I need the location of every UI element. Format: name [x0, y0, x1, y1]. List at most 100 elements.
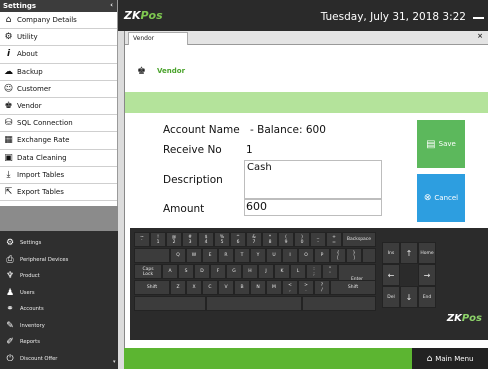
amount-field[interactable]: 600 [244, 199, 382, 216]
sidebar-item-exchange-rate[interactable]: ▦ Exchange Rate [0, 132, 117, 150]
key[interactable]: V [218, 280, 234, 295]
close-icon[interactable]: × [477, 32, 483, 40]
key[interactable]: B [234, 280, 250, 295]
key[interactable]: G [226, 264, 242, 279]
key[interactable]: ! 1 [150, 232, 166, 247]
end-key[interactable]: End [418, 286, 436, 308]
shift-right-key[interactable]: Shift [330, 280, 376, 295]
menu-item-inventory[interactable]: ✎ Inventory [0, 318, 118, 335]
key[interactable]: J [258, 264, 274, 279]
space-key[interactable] [206, 296, 302, 311]
arrow-up-icon[interactable]: ↑ [400, 242, 418, 264]
form-header: ♚ Vendor [125, 46, 488, 92]
key[interactable]: ? / [314, 280, 330, 295]
key[interactable]: $ 4 [198, 232, 214, 247]
menu-item-reports[interactable]: ✐ Reports [0, 334, 118, 351]
menu-item-product[interactable]: ♆ Product [0, 268, 118, 285]
sidebar-item-sql-connection[interactable]: ⛁ SQL Connection [0, 115, 117, 133]
cancel-button[interactable]: ⊗ Cancel [417, 174, 465, 222]
scroll-down-icon[interactable]: ▾ [113, 359, 116, 365]
sidebar-item-backup[interactable]: ☁ Backup [0, 64, 117, 81]
key[interactable]: { [ [330, 248, 346, 263]
key[interactable]: T [234, 248, 250, 263]
backspace-key[interactable]: Backspace [342, 232, 376, 247]
key[interactable]: F [210, 264, 226, 279]
key[interactable]: & 7 [246, 232, 262, 247]
key[interactable]: A [162, 264, 178, 279]
bottom-bar: ⌂ Main Menu [124, 348, 488, 369]
sidebar-item-about[interactable]: i About [0, 46, 117, 64]
key[interactable]: E [202, 248, 218, 263]
key[interactable]: + = [326, 232, 342, 247]
key[interactable]: H [242, 264, 258, 279]
menu-item-peripheral-devices[interactable]: ⎙ Peripheral Devices [0, 252, 118, 269]
key[interactable]: ) 0 [294, 232, 310, 247]
arrow-left-icon[interactable]: ← [382, 264, 400, 286]
key[interactable]: I [282, 248, 298, 263]
key[interactable]: < , [282, 280, 298, 295]
key[interactable] [302, 296, 376, 311]
key[interactable]: X [186, 280, 202, 295]
key[interactable]: : ; [306, 264, 322, 279]
sidebar-item-import-tables[interactable]: ⤓ Import Tables [0, 167, 117, 184]
sidebar-item-data-cleaning[interactable]: ▣ Data Cleaning [0, 150, 117, 167]
key[interactable]: Z [170, 280, 186, 295]
key[interactable]: ( 9 [278, 232, 294, 247]
description-field[interactable]: Cash [244, 160, 382, 199]
collapse-arrow-icon[interactable]: ‹ [110, 1, 113, 9]
menu-item-label: Inventory [20, 322, 45, 329]
key[interactable]: P [314, 248, 330, 263]
minimize-button[interactable] [473, 17, 484, 19]
key[interactable]: L [290, 264, 306, 279]
shift-left-key[interactable]: Shift [134, 280, 170, 295]
main-menu-button[interactable]: ⌂ Main Menu [412, 348, 488, 369]
key[interactable]: U [266, 248, 282, 263]
home-key[interactable]: Home [418, 242, 436, 264]
key[interactable]: _ - [310, 232, 326, 247]
key[interactable]: % 5 [214, 232, 230, 247]
tab-key[interactable] [134, 248, 170, 263]
key[interactable] [134, 296, 206, 311]
key[interactable]: } ] [346, 248, 362, 263]
key[interactable]: K [274, 264, 290, 279]
key[interactable]: # 3 [182, 232, 198, 247]
sidebar-item-utility[interactable]: ⚙ Utility [0, 29, 117, 47]
sidebar-item-vendor[interactable]: ♚ Vendor [0, 98, 117, 116]
key[interactable]: W [186, 248, 202, 263]
menu-item-users[interactable]: ♟ Users [0, 285, 118, 302]
receive-no-value: 1 [246, 144, 253, 156]
key[interactable]: O [298, 248, 314, 263]
key[interactable]: R [218, 248, 234, 263]
key[interactable]: Q [170, 248, 186, 263]
key[interactable]: S [178, 264, 194, 279]
key[interactable]: M [266, 280, 282, 295]
ins-key[interactable]: Ins [382, 242, 400, 264]
key[interactable]: ^ 6 [230, 232, 246, 247]
key[interactable]: ~ ` [134, 232, 150, 247]
del-key[interactable]: Del [382, 286, 400, 308]
arrow-right-icon[interactable]: → [418, 264, 436, 286]
key[interactable] [362, 248, 376, 263]
key[interactable]: " ' [322, 264, 338, 279]
key[interactable]: D [194, 264, 210, 279]
caps-lock-key[interactable]: Caps Lock [134, 264, 162, 279]
sidebar-item-export-tables[interactable]: ⇱ Export Tables [0, 184, 117, 202]
key[interactable]: > . [298, 280, 314, 295]
key[interactable]: @ 2 [166, 232, 182, 247]
key[interactable]: * 8 [262, 232, 278, 247]
form-title-bar [125, 92, 488, 113]
tab-vendor[interactable]: Vendor [128, 32, 188, 45]
key[interactable]: N [250, 280, 266, 295]
key[interactable]: Y [250, 248, 266, 263]
sidebar-item-customer[interactable]: ☺ Customer [0, 81, 117, 98]
sidebar-item-label: Export Tables [17, 187, 64, 196]
sidebar-item-company-details[interactable]: ⌂ Company Details [0, 12, 117, 30]
sidebar: Settings ‹ ⌂ Company Details ⚙ Utility i… [0, 0, 118, 369]
menu-item-discount-offer[interactable]: ⏻ Discount Offer [0, 351, 118, 368]
save-button[interactable]: ▤ Save [417, 120, 465, 168]
menu-item-settings[interactable]: ⚙ Settings [0, 235, 118, 252]
sidebar-item-label: Customer [17, 84, 52, 93]
key[interactable]: C [202, 280, 218, 295]
arrow-down-icon[interactable]: ↓ [400, 286, 418, 308]
menu-item-accounts[interactable]: ⚭ Accounts [0, 301, 118, 318]
